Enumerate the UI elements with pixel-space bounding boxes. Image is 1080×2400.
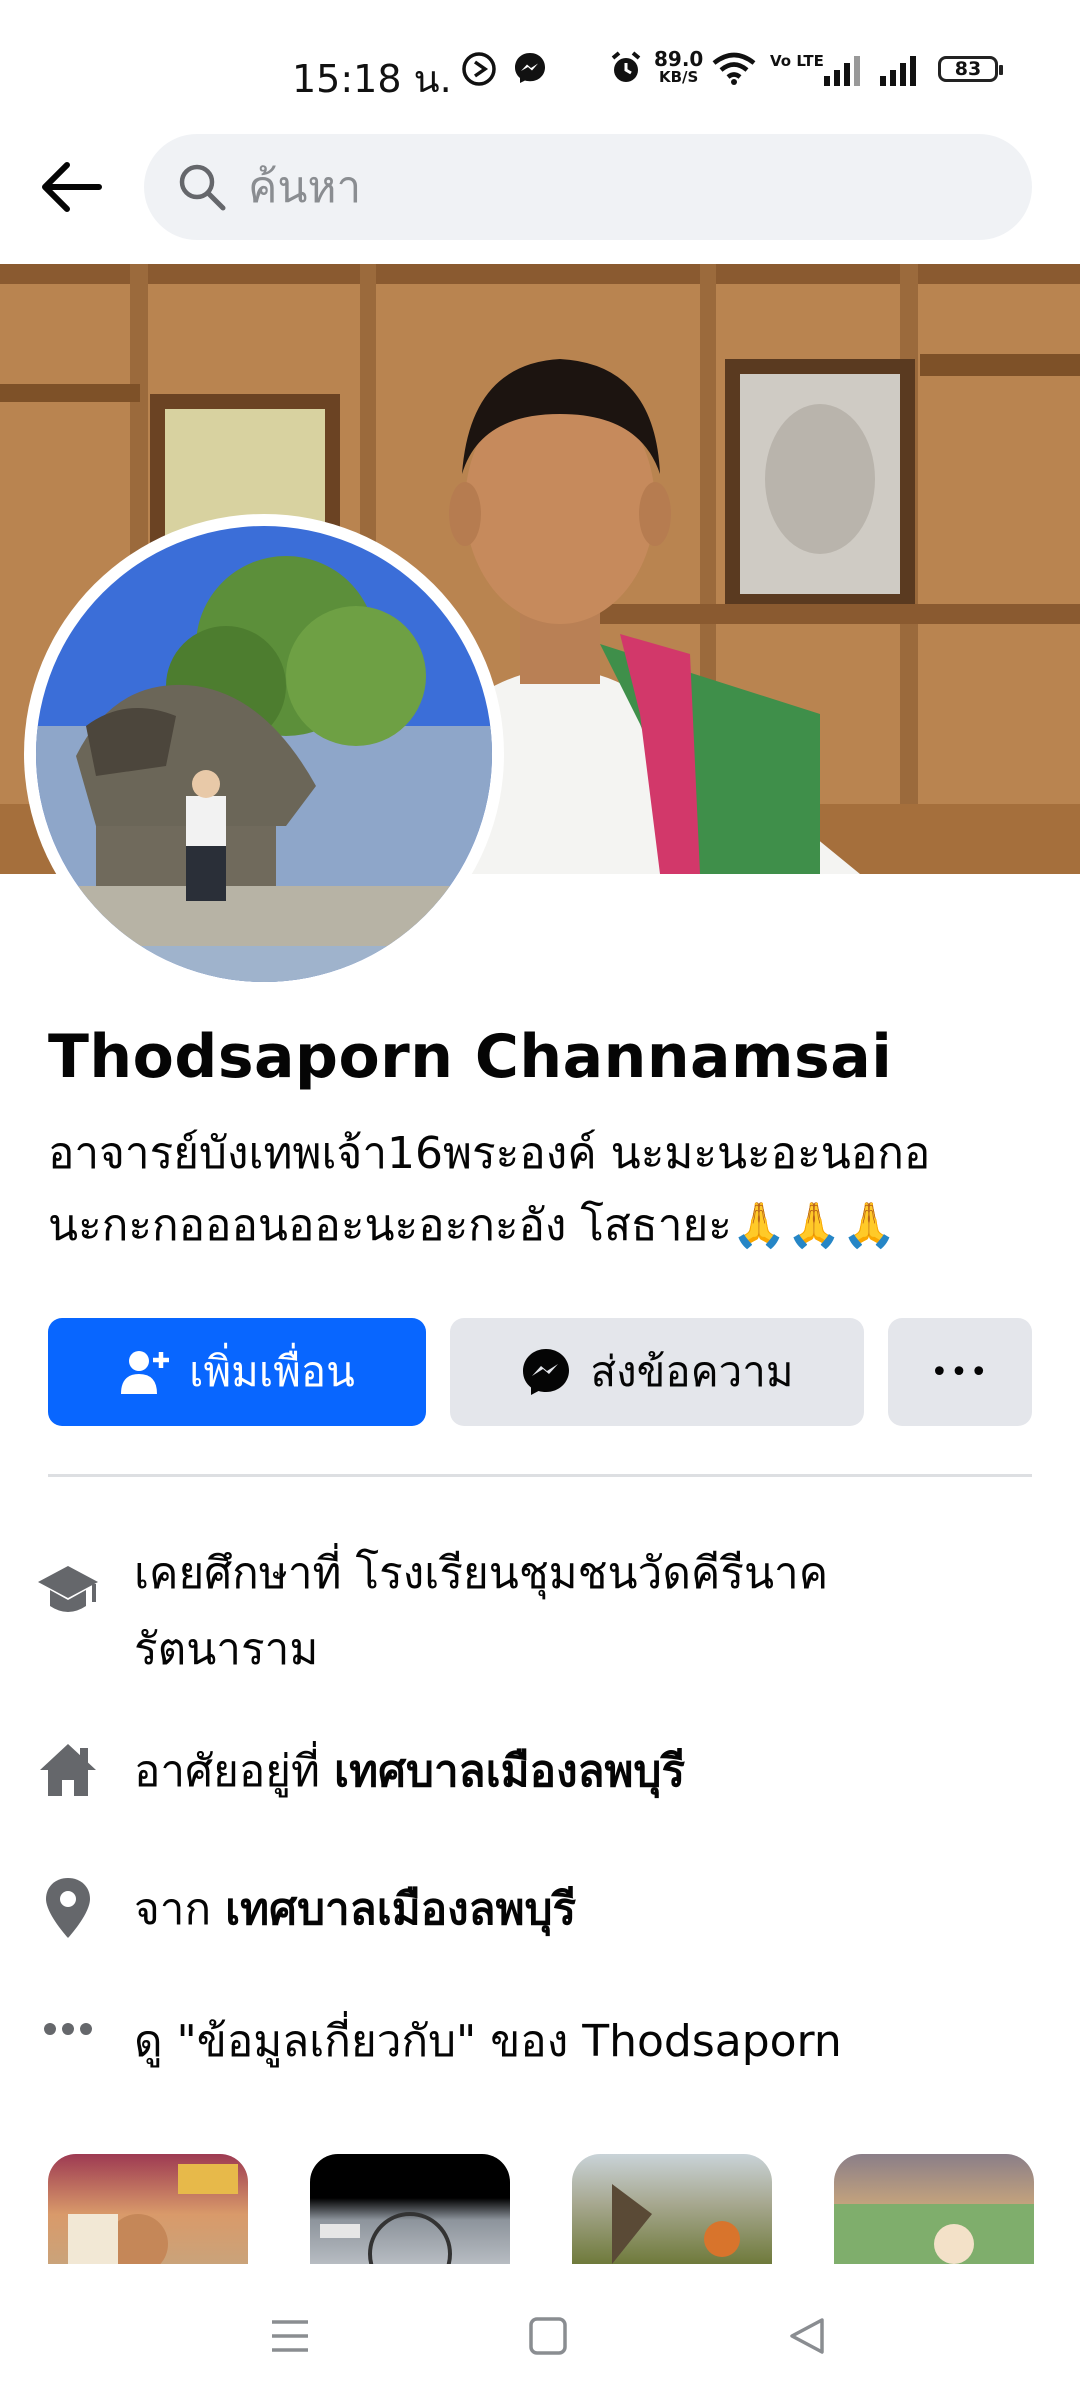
signal-strength-icon-2	[878, 54, 918, 90]
volte-icon: Vo LTE	[770, 52, 824, 70]
menu-icon	[272, 2320, 308, 2352]
signal-strength-icon-1	[822, 54, 862, 90]
wifi-icon	[712, 52, 756, 90]
profile-bio: อาจารย์บังเทพเจ้า16พระองค์ นะมะนะอะนอกอ …	[48, 1118, 1038, 1262]
lives-in-text: อาศัยอยู่ที่ เทศบาลเมืองลพบุรี	[134, 1746, 686, 1797]
home-nav-button[interactable]	[518, 2306, 578, 2366]
system-nav-bar	[0, 2264, 1080, 2400]
message-label: ส่งข้อความ	[590, 1347, 794, 1396]
search-input[interactable]	[248, 134, 988, 240]
map-pin-icon	[34, 1874, 102, 1942]
education-text: เคยศึกษาที่ โรงเรียนชุมชนวัดคีรีนาค รัตน…	[134, 1548, 829, 1675]
photo-thumbnail[interactable]	[572, 2154, 772, 2264]
bio-line-2: นะกะกอออนออะนะอะกะอัง โสธายะ🙏🙏🙏	[48, 1200, 897, 1251]
education-school-link[interactable]: โรงเรียนชุมชนวัดคีรีนาค	[356, 1548, 829, 1599]
from-text: จาก เทศบาลเมืองลพบุรี	[134, 1884, 577, 1935]
profile-name: Thodsaporn Channamsai	[48, 1022, 893, 1092]
triangle-back-icon	[790, 2318, 824, 2354]
photo-thumbnail[interactable]	[48, 2154, 248, 2264]
status-bar: 15:18 น. 89.0 KB/S Vo LTE 83	[0, 0, 1080, 130]
add-friend-button[interactable]: เพิ่มเพื่อน	[48, 1318, 426, 1426]
education-school-link-cont[interactable]: รัตนาราม	[134, 1624, 318, 1675]
see-about-link[interactable]: ดู "ข้อมูลเกี่ยวกับ" ของ Thodsaporn	[134, 2004, 1034, 2080]
back-button[interactable]	[34, 150, 108, 224]
more-dots-icon	[34, 2004, 102, 2054]
profile-photo[interactable]	[36, 526, 492, 982]
photo-thumbnail[interactable]	[310, 2154, 510, 2264]
add-friend-icon	[121, 1351, 170, 1394]
search-bar[interactable]	[144, 134, 1032, 240]
network-speed: 89.0 KB/S	[654, 47, 704, 86]
message-button[interactable]: ส่งข้อความ	[450, 1318, 864, 1426]
search-icon	[176, 161, 228, 217]
battery-indicator: 83	[938, 56, 1003, 82]
back-nav-button[interactable]	[776, 2306, 836, 2366]
square-icon	[529, 2317, 567, 2355]
more-options-button[interactable]: •••	[888, 1318, 1032, 1426]
add-friend-label: เพิ่มเพื่อน	[189, 1347, 355, 1396]
graduation-cap-icon	[34, 1558, 102, 1626]
menu-nav-button[interactable]	[260, 2306, 320, 2366]
lives-in-link[interactable]: เทศบาลเมืองลพบุรี	[334, 1746, 685, 1797]
from-link[interactable]: เทศบาลเมืองลพบุรี	[225, 1884, 576, 1935]
bio-line-1: อาจารย์บังเทพเจ้า16พระองค์ นะมะนะอะนอกอ	[48, 1128, 931, 1179]
photo-thumbnail[interactable]	[834, 2154, 1034, 2264]
messenger-notification-icon	[512, 50, 548, 90]
home-icon	[34, 1736, 102, 1804]
more-dots-icon: •••	[930, 1354, 990, 1390]
messenger-icon	[523, 1349, 570, 1395]
alarm-icon	[608, 50, 644, 90]
play-store-icon	[460, 50, 498, 92]
arrow-left-icon	[42, 162, 102, 212]
section-divider	[48, 1474, 1032, 1477]
status-time: 15:18 น.	[292, 57, 452, 101]
